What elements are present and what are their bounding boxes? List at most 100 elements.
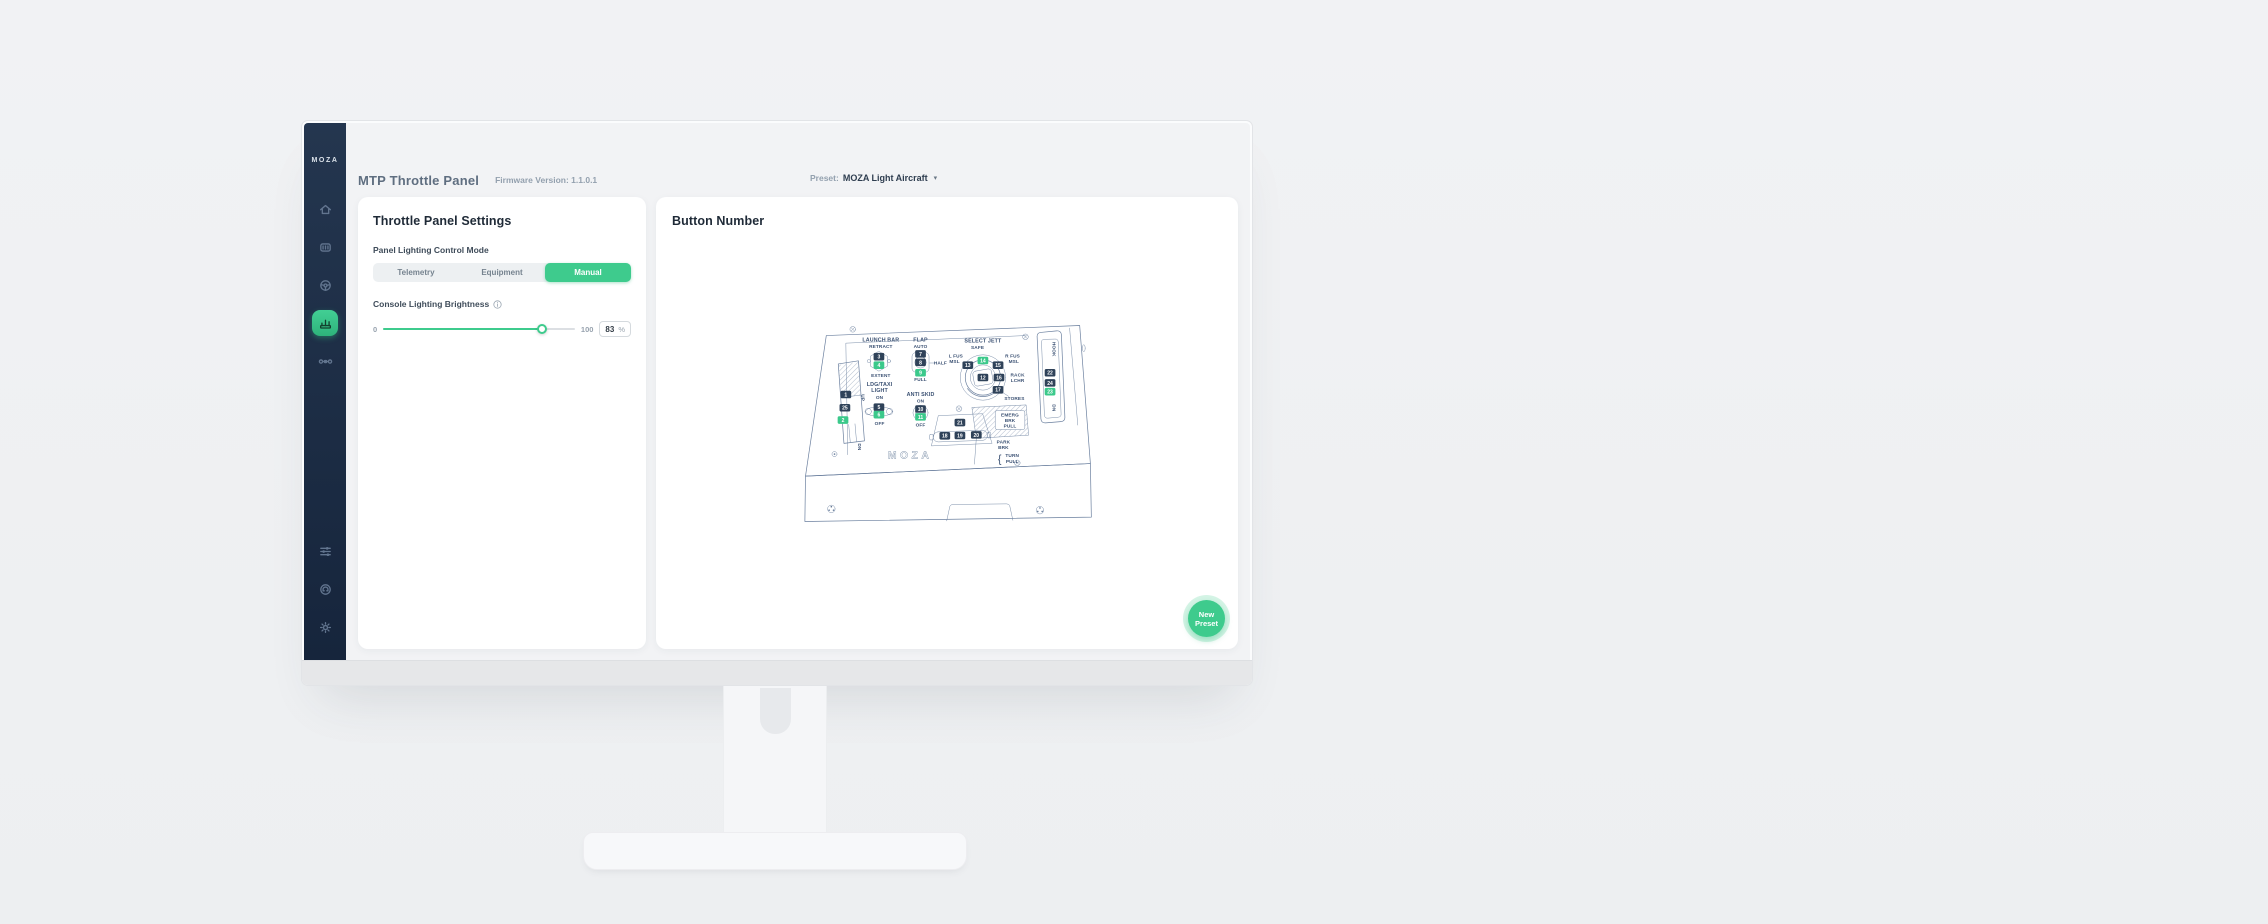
svg-text:EXTENT: EXTENT — [871, 373, 890, 379]
settings-gear-icon — [318, 620, 333, 635]
button-number-card: Button Number — [656, 197, 1238, 649]
yoke-icon — [318, 354, 333, 369]
settings-card-title: Throttle Panel Settings — [373, 214, 631, 228]
svg-text:TURN: TURN — [1005, 453, 1019, 459]
info-icon[interactable] — [493, 300, 502, 309]
cards-row: Throttle Panel Settings Panel Lighting C… — [358, 197, 1238, 649]
select-jett-group: SELECT JETT SAFE L FUS MSL R FUS — [949, 339, 1025, 402]
svg-text:24: 24 — [1047, 381, 1053, 387]
brightness-label-row: Console Lighting Brightness — [373, 299, 631, 309]
svg-text:UP: UP — [860, 394, 866, 401]
svg-text:LCHR: LCHR — [1011, 378, 1025, 384]
fab-label-line1: New — [1199, 610, 1214, 619]
hook-lever: HOOK DN — [1037, 331, 1065, 423]
brightness-value-box[interactable]: 83 % — [599, 321, 631, 337]
svg-text:LDG/TAXI: LDG/TAXI — [867, 382, 893, 388]
sidebar-item-yoke[interactable] — [312, 348, 338, 374]
svg-text:ANTI SKID: ANTI SKID — [907, 392, 935, 398]
svg-text:HOOK: HOOK — [1051, 342, 1057, 357]
preset-dropdown[interactable]: Preset: MOZA Light Aircraft ▾ — [810, 173, 937, 183]
brightness-slider[interactable] — [383, 323, 575, 335]
brightness-unit: % — [618, 325, 625, 334]
svg-text:LIGHT: LIGHT — [871, 388, 888, 394]
vent-screw-left — [828, 505, 836, 513]
svg-text:5: 5 — [878, 405, 881, 411]
svg-text:23: 23 — [1047, 390, 1053, 396]
throttle-panel-diagram: UP DN LAUNCH BAR RETRACT EXTENT — [791, 316, 1103, 548]
firmware-version: Firmware Version: 1.1.0.1 — [495, 175, 597, 185]
vent-screw-right — [1036, 506, 1044, 514]
svg-text:7: 7 — [919, 352, 922, 358]
svg-text:PULL: PULL — [1006, 459, 1019, 465]
svg-text:FLAP: FLAP — [913, 337, 928, 343]
brightness-value: 83 — [605, 325, 614, 334]
svg-text:DN: DN — [856, 443, 862, 451]
svg-text:PULL: PULL — [1004, 423, 1017, 429]
svg-text:15: 15 — [995, 363, 1001, 369]
tuning-sliders-icon — [318, 544, 333, 559]
svg-text:16: 16 — [996, 375, 1002, 381]
mode-equipment-button[interactable]: Equipment — [459, 263, 545, 282]
mode-telemetry-button[interactable]: Telemetry — [373, 263, 459, 282]
svg-text:20: 20 — [974, 433, 980, 439]
monitor-stand-base — [583, 832, 967, 870]
sidebar-item-throttle-panel[interactable] — [312, 310, 338, 336]
svg-text:SAFE: SAFE — [971, 345, 984, 351]
sidebar-item-support[interactable] — [312, 576, 338, 602]
svg-text:SELECT JETT: SELECT JETT — [964, 339, 1002, 345]
svg-text:HALF: HALF — [934, 361, 947, 367]
chevron-down-icon: ▾ — [934, 174, 938, 182]
wheelbase-icon — [318, 240, 333, 255]
svg-text:FULL: FULL — [914, 377, 927, 383]
cable-hole — [760, 688, 791, 734]
svg-text:18: 18 — [942, 434, 948, 440]
svg-text:DN: DN — [1051, 404, 1057, 412]
sidebar-item-steering-wheel[interactable] — [312, 272, 338, 298]
steering-wheel-icon — [318, 278, 333, 293]
svg-text:22: 22 — [1047, 371, 1053, 377]
sidebar-item-home[interactable] — [312, 196, 338, 222]
svg-text:EMERG: EMERG — [1001, 413, 1019, 419]
panel-line-drawing: UP DN LAUNCH BAR RETRACT EXTENT — [791, 316, 1103, 543]
svg-text:10: 10 — [918, 407, 924, 413]
svg-text:R FUS: R FUS — [1005, 353, 1020, 359]
sidebar-item-settings[interactable] — [312, 614, 338, 640]
lighting-mode-segmented-control: Telemetry Equipment Manual — [373, 263, 631, 282]
monitor-chin — [302, 660, 1252, 685]
svg-text:14: 14 — [980, 358, 986, 364]
monitor-stand-neck — [723, 686, 827, 834]
svg-text:RACK: RACK — [1011, 373, 1026, 379]
slider-fill — [383, 328, 542, 330]
svg-text:17: 17 — [995, 388, 1001, 394]
mode-manual-button[interactable]: Manual — [545, 263, 631, 282]
desktop-background: MOZA — [0, 0, 2268, 924]
svg-text:OFF: OFF — [916, 423, 926, 429]
svg-text:25: 25 — [842, 406, 848, 412]
svg-text:BRK: BRK — [998, 445, 1009, 451]
sidebar-item-tuning[interactable] — [312, 538, 338, 564]
svg-text:PARK: PARK — [997, 439, 1011, 445]
lighting-mode-label: Panel Lighting Control Mode — [373, 245, 631, 255]
svg-text:ON: ON — [876, 395, 884, 401]
monitor: MOZA — [301, 120, 1253, 686]
svg-text:ON: ON — [917, 399, 925, 405]
app-main: MTP Throttle Panel Firmware Version: 1.1… — [346, 123, 1250, 660]
svg-text:11: 11 — [918, 415, 924, 421]
slider-handle[interactable] — [537, 324, 547, 334]
button-card-title: Button Number — [672, 214, 1222, 228]
svg-text:MSL: MSL — [949, 359, 959, 365]
sidebar-item-wheelbase[interactable] — [312, 234, 338, 260]
slider-max: 100 — [581, 325, 594, 334]
support-icon — [318, 582, 333, 597]
svg-text:4: 4 — [878, 363, 881, 369]
svg-text:OFF: OFF — [875, 421, 885, 427]
svg-text:BRK: BRK — [1005, 418, 1016, 424]
new-preset-button[interactable]: New Preset — [1188, 600, 1225, 637]
svg-text:6: 6 — [878, 413, 881, 419]
svg-text:{: { — [998, 454, 1002, 466]
svg-text:13: 13 — [965, 363, 971, 369]
throttle-panel-icon — [318, 316, 333, 331]
svg-text:12: 12 — [980, 375, 986, 381]
slider-min: 0 — [373, 325, 377, 334]
svg-text:9: 9 — [919, 371, 922, 377]
